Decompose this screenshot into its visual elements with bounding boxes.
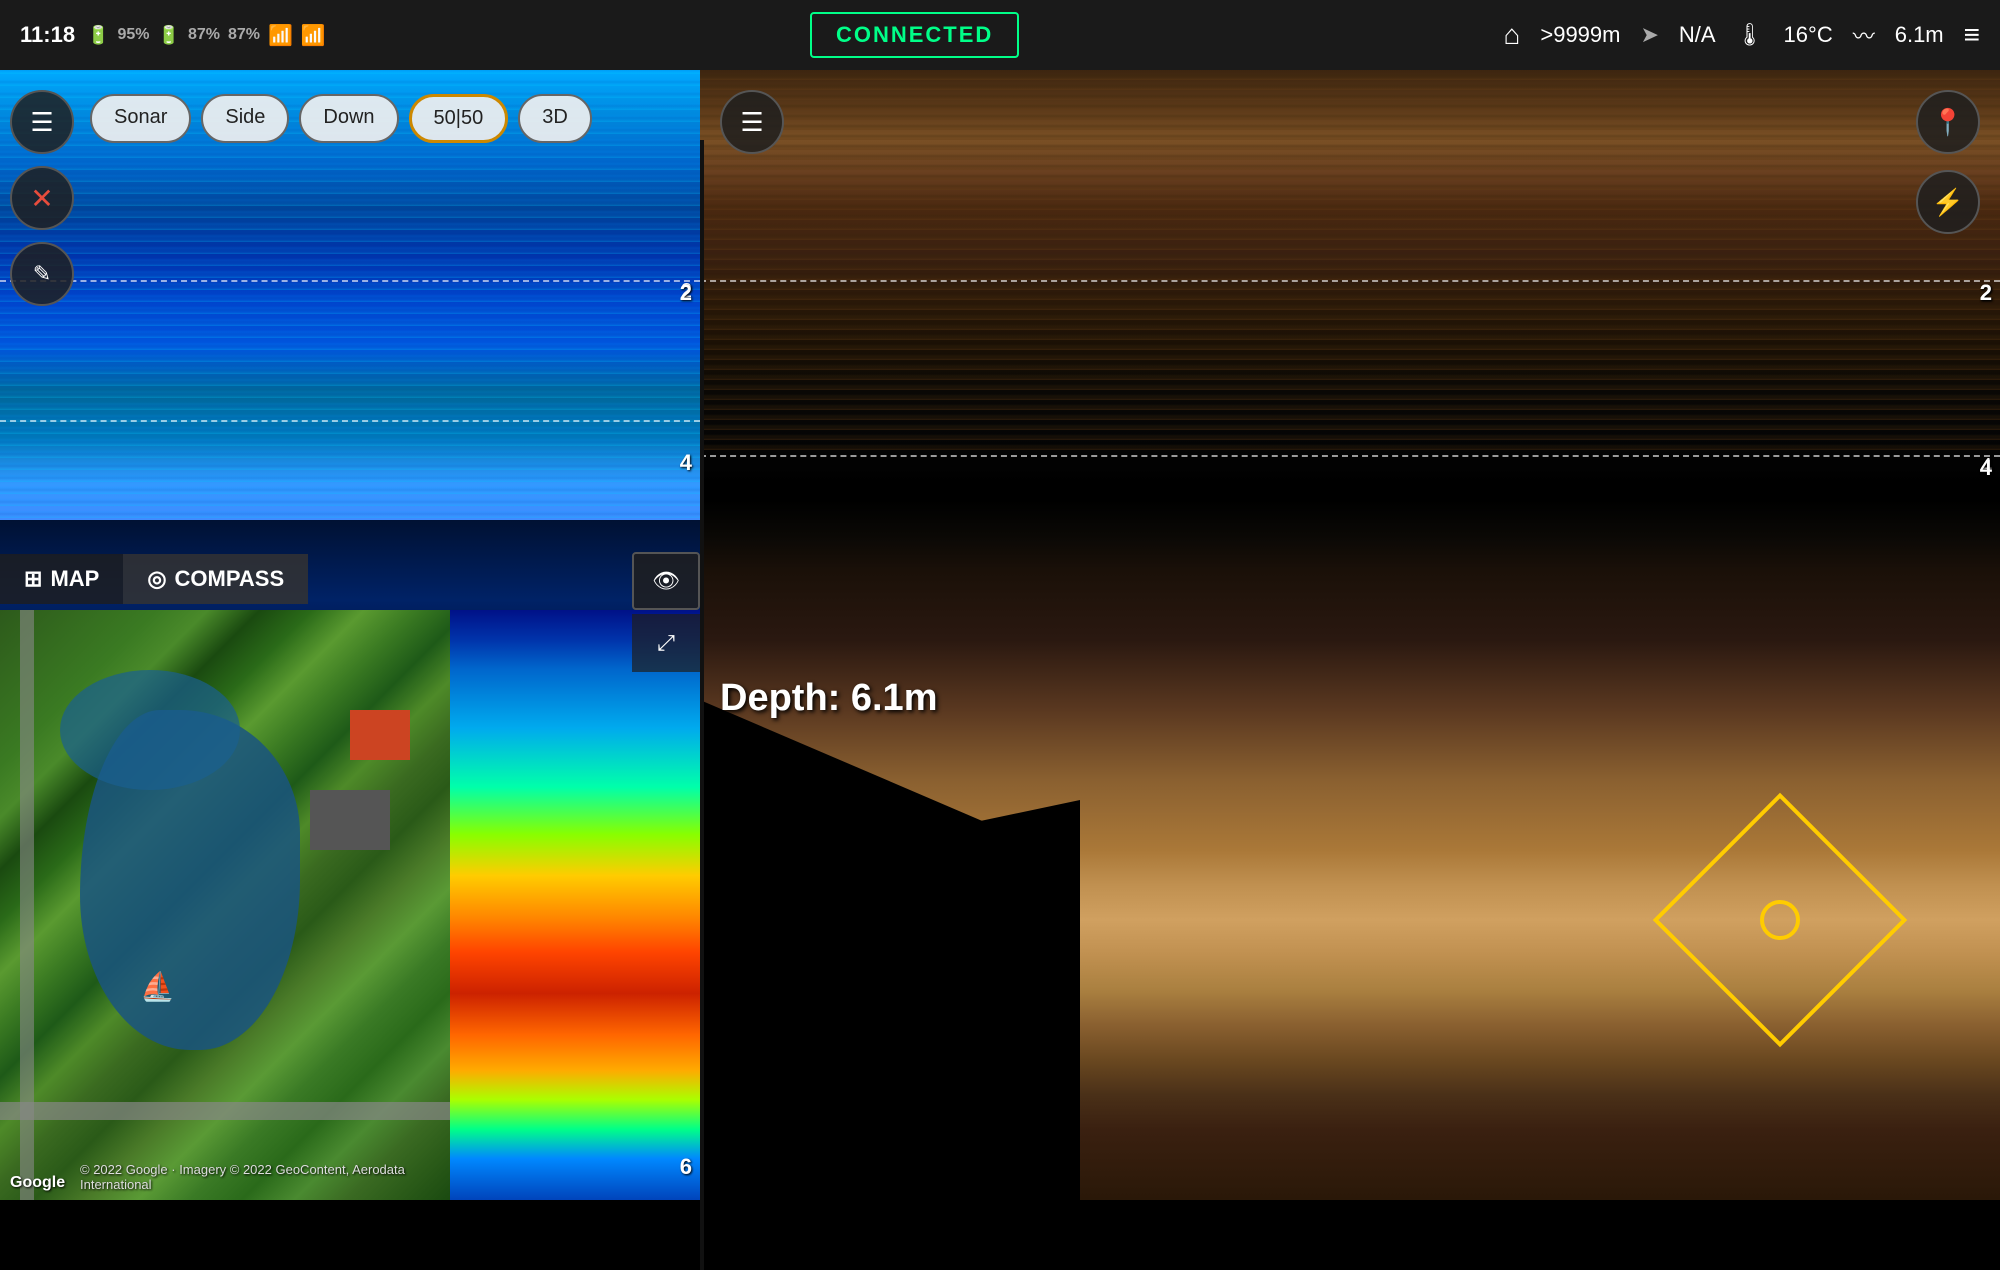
right-scale-marker-4: 4: [1980, 455, 2000, 481]
map-tab[interactable]: ⊞ MAP: [0, 554, 123, 604]
depth-line-2: 2: [0, 280, 700, 282]
compass-icon: ◎: [147, 566, 166, 592]
binoculars-button[interactable]: 👁: [632, 552, 700, 610]
battery-pct-1: 95%: [117, 26, 149, 44]
right-pin-icon: 📍: [1932, 107, 1964, 138]
temperature-icon: 🌡: [1736, 22, 1764, 48]
view-sonar-btn[interactable]: Sonar: [90, 94, 191, 143]
status-left: 11:18 🔋 95% 🔋 87% 87% 📶 📶: [20, 22, 326, 48]
heatmap-overlay: [450, 610, 700, 1200]
connected-badge: CONNECTED: [810, 12, 1019, 58]
google-label: Google: [10, 1174, 65, 1192]
map-tabs: ⊞ MAP ◎ COMPASS: [0, 554, 308, 604]
binoculars-icon: 👁: [652, 568, 680, 594]
close-icon: ✕: [30, 182, 53, 215]
right-depth-line-2: 2: [700, 280, 2000, 282]
building-1: [310, 790, 390, 850]
map-icon: ⊞: [24, 566, 42, 592]
home-icon: ⌂: [1503, 19, 1520, 51]
view-selector: Sonar Side Down 50|50 3D: [90, 94, 592, 143]
right-sidescan-panel: 2 4 2 4 Depth: 6.1m ☰ 📍 ⚡: [700, 70, 2000, 1200]
left-sonar-panel: 2 Depth: 6.1m 2 4 6 ☰ ✕ ✎: [0, 70, 700, 1200]
distance-value: >9999m: [1540, 22, 1620, 48]
expand-icon: ⤢: [657, 630, 675, 656]
right-depth-line-4: 4: [700, 455, 2000, 457]
lake-shape2: [60, 670, 240, 790]
temperature-value: 16°C: [1784, 22, 1833, 48]
right-depth-display: Depth: 6.1m: [720, 677, 937, 720]
depth-line-dashed: [0, 420, 700, 422]
satellite-view: ⛵ Google © 2022 Google · Imagery © 2022 …: [0, 610, 450, 1200]
copyright-label: © 2022 Google · Imagery © 2022 GeoConten…: [80, 1162, 450, 1192]
right-menu-icon: ☰: [740, 107, 763, 138]
view-down-btn[interactable]: Down: [299, 94, 398, 143]
main-area: 2 Depth: 6.1m 2 4 6 ☰ ✕ ✎: [0, 70, 2000, 1200]
nav-diamond: [1680, 820, 1880, 1020]
hamburger-icon[interactable]: ≡: [1964, 19, 1980, 51]
road-horizontal: [0, 1102, 450, 1120]
view-3d-btn[interactable]: 3D: [518, 94, 592, 143]
status-right: ⌂ >9999m ➤ N/A 🌡 16°C 〰 6.1m ≡: [1503, 19, 1980, 51]
scale-6-left: 6: [680, 1154, 700, 1180]
edit-icon: ✎: [33, 261, 51, 287]
panel-divider: [700, 140, 704, 1270]
scale-2-left: 2: [680, 280, 700, 306]
right-scale-marker-2: 2: [1980, 280, 2000, 306]
expand-button[interactable]: ⤢: [632, 614, 700, 672]
left-toolbar: ☰ ✕ ✎: [10, 90, 74, 306]
battery-pct-3: 87%: [228, 26, 260, 44]
status-bar: 11:18 🔋 95% 🔋 87% 87% 📶 📶 CONNECTED ⌂ >9…: [0, 0, 2000, 70]
compass-tab[interactable]: ◎ COMPASS: [123, 554, 308, 604]
diamond-center: [1760, 900, 1800, 940]
sidescan-terrain-area: [700, 420, 2000, 1200]
signal-icon-2: 📶: [301, 23, 326, 48]
battery-icon-2: 🔋: [158, 25, 180, 46]
mini-map[interactable]: ⛵ Google © 2022 Google · Imagery © 2022 …: [0, 610, 450, 1200]
menu-icon: ☰: [30, 107, 53, 138]
sidescan-scan-lines: [700, 70, 2000, 450]
compass-tab-label: COMPASS: [175, 566, 285, 592]
battery-icons: 🔋 95% 🔋 87% 87% 📶 📶: [87, 23, 326, 48]
right-flash-button[interactable]: ⚡: [1916, 170, 1980, 234]
scale-4-left: 4: [680, 450, 700, 476]
right-pin-button[interactable]: 📍: [1916, 90, 1980, 154]
edit-button[interactable]: ✎: [10, 242, 74, 306]
signal-icon: 📶: [268, 23, 293, 48]
heading-value: N/A: [1679, 22, 1716, 48]
battery-icon-1: 🔋: [87, 25, 109, 46]
navigation-icon: ➤: [1640, 22, 1658, 48]
building-2: [350, 710, 410, 760]
right-menu-button[interactable]: ☰: [720, 90, 784, 154]
time-display: 11:18: [20, 22, 75, 48]
wave-icon: 〰: [1853, 19, 1875, 51]
close-button[interactable]: ✕: [10, 166, 74, 230]
battery-pct-2: 87%: [188, 26, 220, 44]
menu-button[interactable]: ☰: [10, 90, 74, 154]
view-5050-btn[interactable]: 50|50: [409, 94, 509, 143]
view-side-btn[interactable]: Side: [201, 94, 289, 143]
depth-status-value: 6.1m: [1895, 22, 1944, 48]
boat-marker: ⛵: [140, 970, 175, 1003]
right-flash-icon: ⚡: [1932, 187, 1964, 218]
map-tab-label: MAP: [50, 566, 99, 592]
